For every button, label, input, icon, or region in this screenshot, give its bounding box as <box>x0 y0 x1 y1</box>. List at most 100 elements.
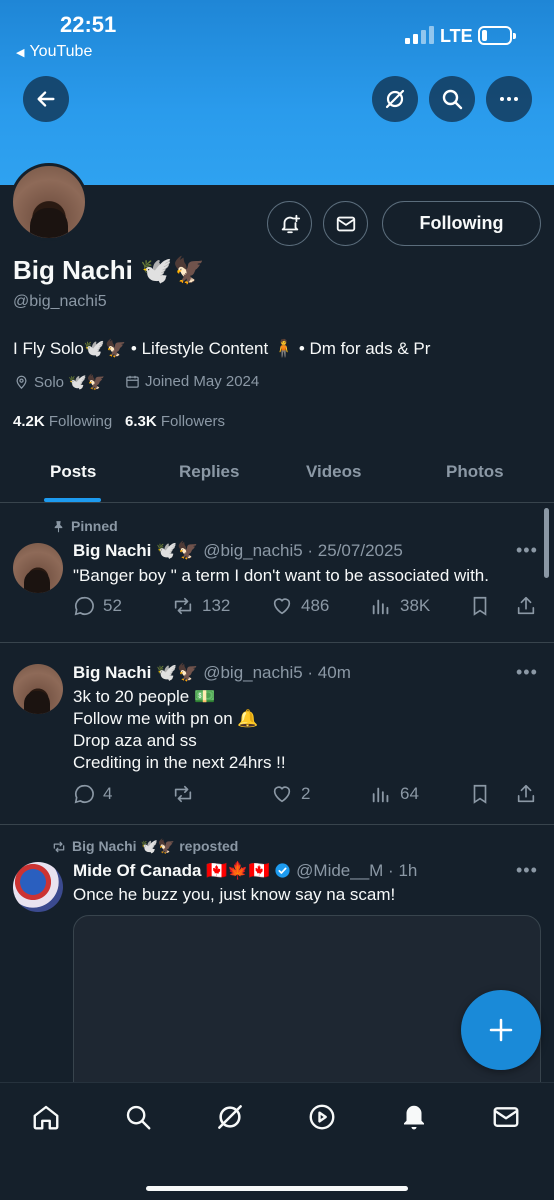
views-button[interactable]: 64 <box>370 783 419 805</box>
repost-context-text: Big Nachi 🕊️🦅 reposted <box>72 838 239 854</box>
back-button[interactable] <box>23 76 69 122</box>
pinned-label: Pinned <box>52 518 118 534</box>
calendar-icon <box>126 375 139 388</box>
repost-button[interactable] <box>172 783 202 805</box>
profile-name: Big Nachi 🕊️🦅 <box>13 255 205 285</box>
search-icon <box>126 1105 151 1130</box>
reply-button[interactable]: 4 <box>73 783 112 805</box>
like-button[interactable]: 2 <box>271 783 310 805</box>
compose-button[interactable] <box>461 990 541 1070</box>
post-more-button[interactable]: ••• <box>516 540 538 561</box>
back-to-app-link[interactable]: ◀ YouTube <box>16 43 92 61</box>
reply-button[interactable]: 52 <box>73 595 122 617</box>
search-button[interactable] <box>429 76 475 122</box>
joined-text: Joined May 2024 <box>145 373 260 390</box>
repost-small-icon <box>53 841 65 852</box>
reply-count: 4 <box>103 784 113 803</box>
tab-videos[interactable]: Videos <box>306 462 361 482</box>
tabs-divider <box>0 502 554 503</box>
post-header: Mide Of Canada 🇨🇦🍁🇨🇦 @Mide__M · 1h <box>73 861 417 881</box>
followers-count-link[interactable]: 6.3K Followers <box>125 413 225 430</box>
repost-button[interactable]: 132 <box>172 595 230 617</box>
profile-location: Solo 🕊️🦅 <box>14 373 106 391</box>
nav-video[interactable] <box>306 1101 338 1133</box>
mail-icon <box>336 216 355 231</box>
following-count-link[interactable]: 4.2K Following <box>13 413 112 430</box>
post-line: 3k to 20 people 💵 <box>73 687 216 706</box>
tab-posts[interactable]: Posts <box>50 462 96 482</box>
bottom-nav <box>0 1082 554 1200</box>
post-header: Big Nachi 🕊️🦅 @big_nachi5 · 40m <box>73 663 351 683</box>
post-divider <box>0 642 554 643</box>
home-icon <box>33 1105 59 1130</box>
post-avatar[interactable] <box>13 543 63 593</box>
profile-avatar[interactable] <box>10 163 88 241</box>
grok-button[interactable] <box>372 76 418 122</box>
tab-photos[interactable]: Photos <box>446 462 504 482</box>
post-meta: @big_nachi5 · 40m <box>203 663 351 682</box>
repost-icon <box>174 597 192 615</box>
post-author-name: Big Nachi 🕊️🦅 <box>73 541 199 560</box>
followers-label: Followers <box>160 413 226 430</box>
post-meta: @big_nachi5 · 25/07/2025 <box>203 541 403 560</box>
post-text: Once he buzz you, just know say na scam! <box>73 885 396 904</box>
post-actions: 4 2 64 <box>73 783 543 809</box>
arrow-left-icon <box>37 91 55 107</box>
grok-icon <box>218 1105 242 1129</box>
reply-count: 52 <box>103 596 122 615</box>
bookmark-button[interactable] <box>469 783 491 805</box>
status-time: 22:51 <box>60 12 117 37</box>
bell-icon <box>404 1105 424 1130</box>
profile-bio: I Fly Solo🕊️🦅 • Lifestyle Content 🧍 • Dm… <box>13 339 431 358</box>
post-line: Follow me with pn on 🔔 <box>73 709 259 728</box>
views-button[interactable]: 38K <box>370 595 430 617</box>
like-button[interactable]: 486 <box>271 595 329 617</box>
post-actions: 52 132 486 38K <box>73 595 543 621</box>
nav-messages[interactable] <box>490 1101 522 1133</box>
battery-icon <box>478 26 516 45</box>
views-count: 64 <box>400 784 419 803</box>
reply-icon <box>74 784 94 804</box>
heart-icon <box>273 786 291 803</box>
post-meta: @Mide__M · 1h <box>296 861 418 880</box>
nav-home[interactable] <box>30 1101 62 1133</box>
bookmark-button[interactable] <box>469 595 491 617</box>
network-label: LTE <box>440 26 473 46</box>
bell-plus-icon <box>281 214 300 233</box>
tab-replies[interactable]: Replies <box>179 462 239 482</box>
views-chart-icon <box>372 599 389 615</box>
following-count: 4.2K <box>13 413 45 430</box>
post-more-button[interactable]: ••• <box>516 662 538 683</box>
more-options-button[interactable] <box>486 76 532 122</box>
views-count: 38K <box>400 596 431 615</box>
notify-button[interactable] <box>267 201 312 246</box>
post-divider <box>0 824 554 825</box>
post-more-button[interactable]: ••• <box>516 860 538 881</box>
post-avatar[interactable] <box>13 862 63 912</box>
nav-notifications[interactable] <box>398 1101 430 1133</box>
like-count: 486 <box>301 596 330 615</box>
scrollbar[interactable] <box>544 508 549 578</box>
nav-search[interactable] <box>122 1101 154 1133</box>
reply-icon <box>74 596 94 616</box>
location-text: Solo 🕊️🦅 <box>34 374 106 391</box>
repost-icon <box>174 785 192 803</box>
play-circle-icon <box>309 1104 335 1130</box>
message-button[interactable] <box>323 201 368 246</box>
post-avatar[interactable] <box>13 664 63 714</box>
following-button[interactable]: Following <box>382 201 541 246</box>
followers-count: 6.3K <box>125 413 157 430</box>
views-chart-icon <box>372 787 389 803</box>
home-indicator <box>146 1186 408 1191</box>
repost-context[interactable]: Big Nachi 🕊️🦅 reposted <box>52 838 238 855</box>
more-horizontal-icon <box>500 97 518 101</box>
share-button[interactable] <box>515 783 537 805</box>
back-app-label: YouTube <box>29 43 93 60</box>
pinned-text: Pinned <box>71 518 118 534</box>
nav-grok[interactable] <box>214 1101 246 1133</box>
share-icon <box>517 784 535 803</box>
verified-badge-icon <box>275 863 291 878</box>
bookmark-icon <box>473 784 487 804</box>
post-author-name: Mide Of Canada 🇨🇦🍁🇨🇦 <box>73 861 270 880</box>
share-button[interactable] <box>515 595 537 617</box>
